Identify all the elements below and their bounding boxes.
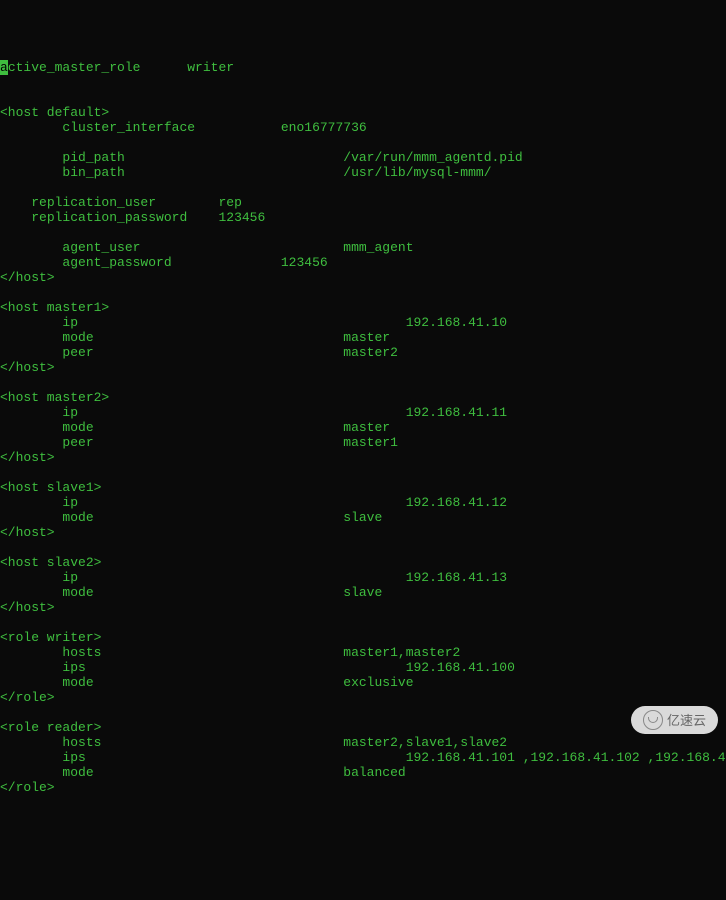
cfg-k-rr-mode: mode bbox=[62, 765, 93, 780]
host-slave1-close: </host> bbox=[0, 525, 55, 540]
cfg-k-rr-ips: ips bbox=[62, 750, 85, 765]
cfg-k-m2-peer: peer bbox=[62, 435, 93, 450]
watermark-text: 亿速云 bbox=[667, 713, 706, 728]
cfg-v-m2-mode: master bbox=[343, 420, 390, 435]
cfg-k-agent-user: agent_user bbox=[62, 240, 140, 255]
host-slave1-open: <host slave1> bbox=[0, 480, 101, 495]
cfg-v-pid-path: /var/run/mmm_agentd.pid bbox=[343, 150, 522, 165]
cfg-k-s1-mode: mode bbox=[62, 510, 93, 525]
cfg-k-repl-pass: replication_password bbox=[31, 210, 187, 225]
host-slave2-open: <host slave2> bbox=[0, 555, 101, 570]
cfg-k-s1-ip: ip bbox=[62, 495, 78, 510]
role-writer-open: <role writer> bbox=[0, 630, 101, 645]
cfg-k-m2-mode: mode bbox=[62, 420, 93, 435]
host-master2-open: <host master2> bbox=[0, 390, 109, 405]
cloud-icon bbox=[643, 710, 663, 730]
host-slave2-close: </host> bbox=[0, 600, 55, 615]
cfg-v-m1-peer: master2 bbox=[343, 345, 398, 360]
cfg-v-rr-mode: balanced bbox=[343, 765, 405, 780]
cfg-v-agent-user: mmm_agent bbox=[343, 240, 413, 255]
cfg-v-agent-pass: 123456 bbox=[281, 255, 328, 270]
cfg-k-pid-path: pid_path bbox=[62, 150, 124, 165]
cfg-k-s2-mode: mode bbox=[62, 585, 93, 600]
cfg-v-rw-hosts: master1,master2 bbox=[343, 645, 460, 660]
cfg-k-m2-ip: ip bbox=[62, 405, 78, 420]
cfg-v-bin-path: /usr/lib/mysql-mmm/ bbox=[343, 165, 491, 180]
cfg-k-cluster-iface: cluster_interface bbox=[62, 120, 195, 135]
cfg-v-rr-hosts: master2,slave1,slave2 bbox=[343, 735, 507, 750]
cfg-v-s2-mode: slave bbox=[343, 585, 382, 600]
host-master2-close: </host> bbox=[0, 450, 55, 465]
config-value: writer bbox=[187, 60, 234, 75]
cfg-v-m1-mode: master bbox=[343, 330, 390, 345]
cfg-v-rw-mode: exclusive bbox=[343, 675, 413, 690]
watermark-badge: 亿速云 bbox=[631, 706, 718, 734]
config-key: ctive_master_role bbox=[8, 60, 141, 75]
cfg-k-bin-path: bin_path bbox=[62, 165, 124, 180]
cfg-k-repl-user: replication_user bbox=[31, 195, 156, 210]
host-master1-open: <host master1> bbox=[0, 300, 109, 315]
terminal-editor[interactable]: active_master_role writer <host default>… bbox=[0, 60, 726, 795]
cfg-k-m1-ip: ip bbox=[62, 315, 78, 330]
cfg-v-s2-ip: 192.168.41.13 bbox=[406, 570, 507, 585]
host-default-open: <host default> bbox=[0, 105, 109, 120]
cfg-v-s1-ip: 192.168.41.12 bbox=[406, 495, 507, 510]
cfg-v-s1-mode: slave bbox=[343, 510, 382, 525]
cfg-k-rw-hosts: hosts bbox=[62, 645, 101, 660]
cfg-k-agent-pass: agent_password bbox=[62, 255, 171, 270]
role-reader-open: <role reader> bbox=[0, 720, 101, 735]
host-master1-close: </host> bbox=[0, 360, 55, 375]
cfg-v-rw-ips: 192.168.41.100 bbox=[406, 660, 515, 675]
cfg-v-repl-pass: 123456 bbox=[218, 210, 265, 225]
cfg-k-rw-mode: mode bbox=[62, 675, 93, 690]
cursor: a bbox=[0, 60, 8, 75]
cfg-k-rw-ips: ips bbox=[62, 660, 85, 675]
role-reader-close: </role> bbox=[0, 780, 55, 795]
cfg-v-m1-ip: 192.168.41.10 bbox=[406, 315, 507, 330]
cfg-k-rr-hosts: hosts bbox=[62, 735, 101, 750]
cfg-v-rr-ips: 192.168.41.101 ,192.168.41.102 ,192.168.… bbox=[406, 750, 726, 765]
role-writer-close: </role> bbox=[0, 690, 55, 705]
cfg-k-s2-ip: ip bbox=[62, 570, 78, 585]
host-default-close: </host> bbox=[0, 270, 55, 285]
cfg-v-m2-peer: master1 bbox=[343, 435, 398, 450]
cfg-v-m2-ip: 192.168.41.11 bbox=[406, 405, 507, 420]
cfg-k-m1-peer: peer bbox=[62, 345, 93, 360]
cfg-v-cluster-iface: eno16777736 bbox=[281, 120, 367, 135]
cfg-k-m1-mode: mode bbox=[62, 330, 93, 345]
cfg-v-repl-user: rep bbox=[218, 195, 241, 210]
